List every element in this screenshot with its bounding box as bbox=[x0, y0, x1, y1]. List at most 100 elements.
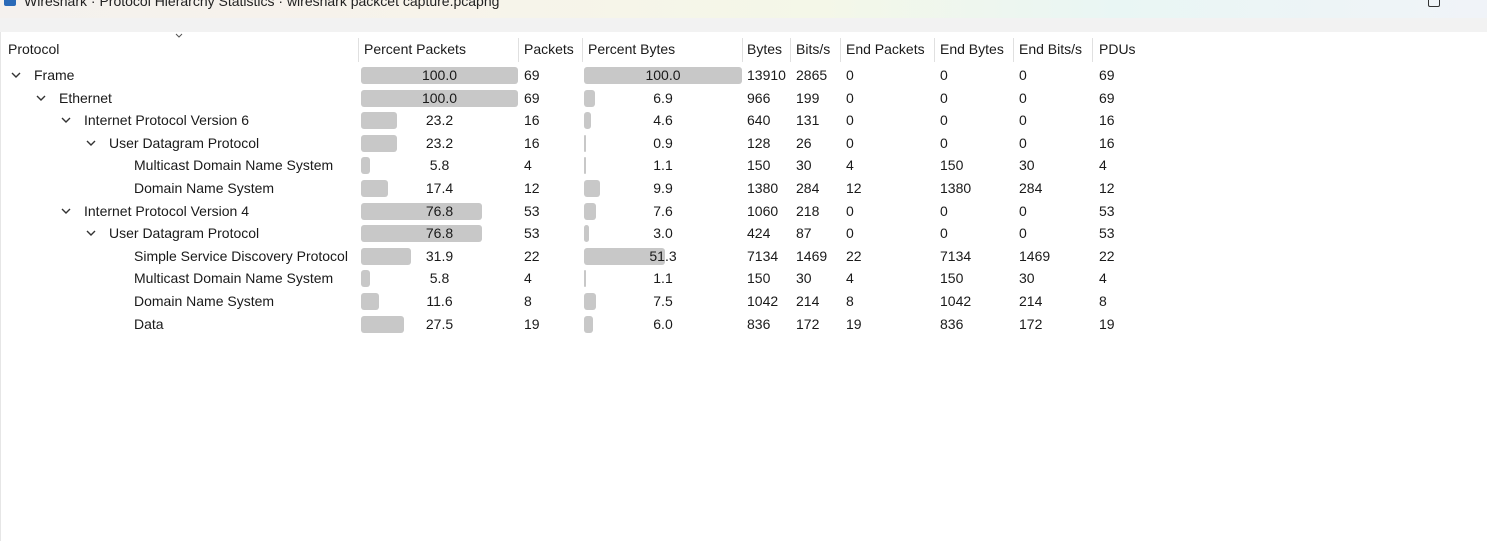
end-packets-cell: 0 bbox=[846, 67, 854, 83]
protocol-name: Multicast Domain Name System bbox=[134, 157, 334, 174]
end-bytes-cell: 7134 bbox=[940, 247, 972, 264]
protocol-name: Frame bbox=[34, 67, 75, 83]
table-row[interactable]: Simple Service Discovery Protocol 31.9 22 5… bbox=[0, 245, 1487, 267]
bits-s-cell: 30 bbox=[796, 157, 812, 174]
percent-value: 31.9 bbox=[425, 247, 454, 264]
protocol-cell: Data bbox=[110, 313, 164, 335]
column-separator[interactable] bbox=[742, 38, 743, 62]
percent-value: 4.6 bbox=[653, 112, 673, 129]
end-packets-cell: 19 bbox=[846, 315, 862, 332]
end-bytes-cell: 836 bbox=[940, 315, 964, 332]
table-row[interactable]: User Datagram Protocol 76.8 53 3.0 424 87 0 0 0 5… bbox=[0, 222, 1487, 244]
pct-packets-cell: 76.8 bbox=[361, 200, 518, 222]
pct-packets-cell: 5.8 bbox=[361, 267, 518, 289]
column-header-bits-s[interactable]: Bits/s bbox=[796, 38, 830, 62]
packets-cell: 53 bbox=[524, 225, 540, 242]
window-title: Wireshark · Protocol Hierarchy Statistic… bbox=[24, 0, 500, 9]
column-separator[interactable] bbox=[840, 38, 841, 62]
protocol-name: Domain Name System bbox=[134, 293, 275, 309]
table-row[interactable]: Data 27.5 19 6.0 836 172 19 836 172 19 bbox=[0, 313, 1487, 335]
chevron-down-icon[interactable] bbox=[85, 227, 97, 239]
column-separator[interactable] bbox=[358, 38, 359, 62]
packets-cell: 69 bbox=[524, 67, 540, 83]
column-separator[interactable] bbox=[518, 38, 519, 62]
column-separator[interactable] bbox=[1013, 38, 1014, 62]
protocol-cell: User Datagram Protocol bbox=[85, 132, 259, 154]
percent-value: 6.0 bbox=[653, 315, 673, 332]
bytes-cell: 1042 bbox=[747, 293, 779, 309]
bytes-cell: 13910 bbox=[747, 67, 786, 83]
end-packets-cell: 8 bbox=[846, 293, 854, 309]
column-header-bytes[interactable]: Bytes bbox=[747, 38, 782, 62]
percent-value: 27.5 bbox=[425, 315, 454, 332]
packets-cell: 8 bbox=[524, 293, 532, 309]
column-header-packets[interactable]: Packets bbox=[524, 38, 574, 62]
pdus-cell: 4 bbox=[1099, 270, 1107, 287]
percent-value: 17.4 bbox=[425, 180, 454, 196]
packets-cell: 4 bbox=[524, 157, 532, 174]
column-header-pct-packets[interactable]: Percent Packets bbox=[364, 38, 466, 62]
maximize-icon[interactable] bbox=[1428, 0, 1440, 7]
percent-value: 100.0 bbox=[421, 67, 458, 83]
end-bits-s-cell: 0 bbox=[1019, 202, 1027, 219]
protocol-cell: Multicast Domain Name System bbox=[110, 267, 333, 289]
table-row[interactable]: Internet Protocol Version 6 23.2 16 4.6 640 1… bbox=[0, 109, 1487, 131]
percent-value: 7.6 bbox=[653, 202, 673, 219]
end-bits-s-cell: 214 bbox=[1019, 293, 1043, 309]
table-row[interactable]: Frame 100.0 69 100.0 13910 2865 0 0 0 69 bbox=[0, 64, 1487, 86]
chevron-down-icon[interactable] bbox=[35, 92, 47, 104]
bits-s-cell: 30 bbox=[796, 270, 812, 287]
table-row[interactable]: Multicast Domain Name System 5.8 4 1.1 150 30… bbox=[0, 154, 1487, 176]
pct-bytes-cell: 6.0 bbox=[584, 313, 742, 335]
percent-value: 9.9 bbox=[653, 180, 673, 196]
bits-s-cell: 131 bbox=[796, 112, 820, 129]
protocol-name: Multicast Domain Name System bbox=[134, 270, 334, 287]
chevron-down-icon[interactable] bbox=[60, 114, 72, 126]
bits-s-cell: 214 bbox=[796, 293, 820, 309]
column-header-protocol[interactable]: Protocol bbox=[8, 38, 59, 62]
column-header-end-bytes[interactable]: End Bytes bbox=[940, 38, 1004, 62]
table-row[interactable]: Ethernet 100.0 69 6.9 966 199 0 0 0 69 bbox=[0, 87, 1487, 109]
table-row[interactable]: Internet Protocol Version 4 76.8 53 7.6 1060… bbox=[0, 200, 1487, 222]
pct-bytes-cell: 100.0 bbox=[584, 64, 742, 86]
packets-cell: 12 bbox=[524, 180, 540, 196]
end-bits-s-cell: 0 bbox=[1019, 112, 1027, 129]
column-header-pct-bytes[interactable]: Percent Bytes bbox=[588, 38, 675, 62]
title-bar[interactable]: Wireshark · Protocol Hierarchy Statistic… bbox=[0, 0, 1487, 18]
chevron-down-icon[interactable] bbox=[10, 69, 22, 81]
column-header-end-bits-s[interactable]: End Bits/s bbox=[1019, 38, 1082, 62]
pdus-cell: 69 bbox=[1099, 67, 1115, 83]
pct-packets-cell: 100.0 bbox=[361, 64, 518, 86]
end-bytes-cell: 150 bbox=[940, 270, 964, 287]
end-packets-cell: 22 bbox=[846, 247, 862, 264]
pct-bytes-cell: 6.9 bbox=[584, 87, 742, 109]
column-header-pdus[interactable]: PDUs bbox=[1099, 38, 1136, 62]
packets-cell: 69 bbox=[524, 89, 540, 106]
bits-s-cell: 1469 bbox=[796, 247, 828, 264]
column-separator[interactable] bbox=[790, 38, 791, 62]
column-separator[interactable] bbox=[1092, 38, 1093, 62]
protocol-name: Ethernet bbox=[59, 89, 112, 106]
pdus-cell: 19 bbox=[1099, 315, 1115, 332]
bits-s-cell: 2865 bbox=[796, 67, 828, 83]
table-row[interactable]: Domain Name System 11.6 8 7.5 1042 214 8 1042 21… bbox=[0, 290, 1487, 312]
table-row[interactable]: User Datagram Protocol 23.2 16 0.9 128 26 0 0 0 1… bbox=[0, 132, 1487, 154]
end-bits-s-cell: 1469 bbox=[1019, 247, 1051, 264]
chevron-down-icon[interactable] bbox=[60, 205, 72, 217]
percent-value: 5.8 bbox=[429, 157, 450, 174]
bits-s-cell: 218 bbox=[796, 202, 820, 219]
protocol-cell: Internet Protocol Version 4 bbox=[60, 200, 249, 222]
column-header-end-packets[interactable]: End Packets bbox=[846, 38, 925, 62]
packets-cell: 22 bbox=[524, 247, 540, 264]
table-row[interactable]: Multicast Domain Name System 5.8 4 1.1 150 30… bbox=[0, 267, 1487, 289]
column-separator[interactable] bbox=[582, 38, 583, 62]
pdus-cell: 16 bbox=[1099, 112, 1115, 129]
chevron-down-icon[interactable] bbox=[85, 137, 97, 149]
column-separator[interactable] bbox=[934, 38, 935, 62]
end-packets-cell: 4 bbox=[846, 270, 854, 287]
table-row[interactable]: Domain Name System 17.4 12 9.9 1380 284 12 1380… bbox=[0, 177, 1487, 199]
end-bytes-cell: 0 bbox=[940, 89, 948, 106]
percent-value: 11.6 bbox=[426, 293, 453, 309]
